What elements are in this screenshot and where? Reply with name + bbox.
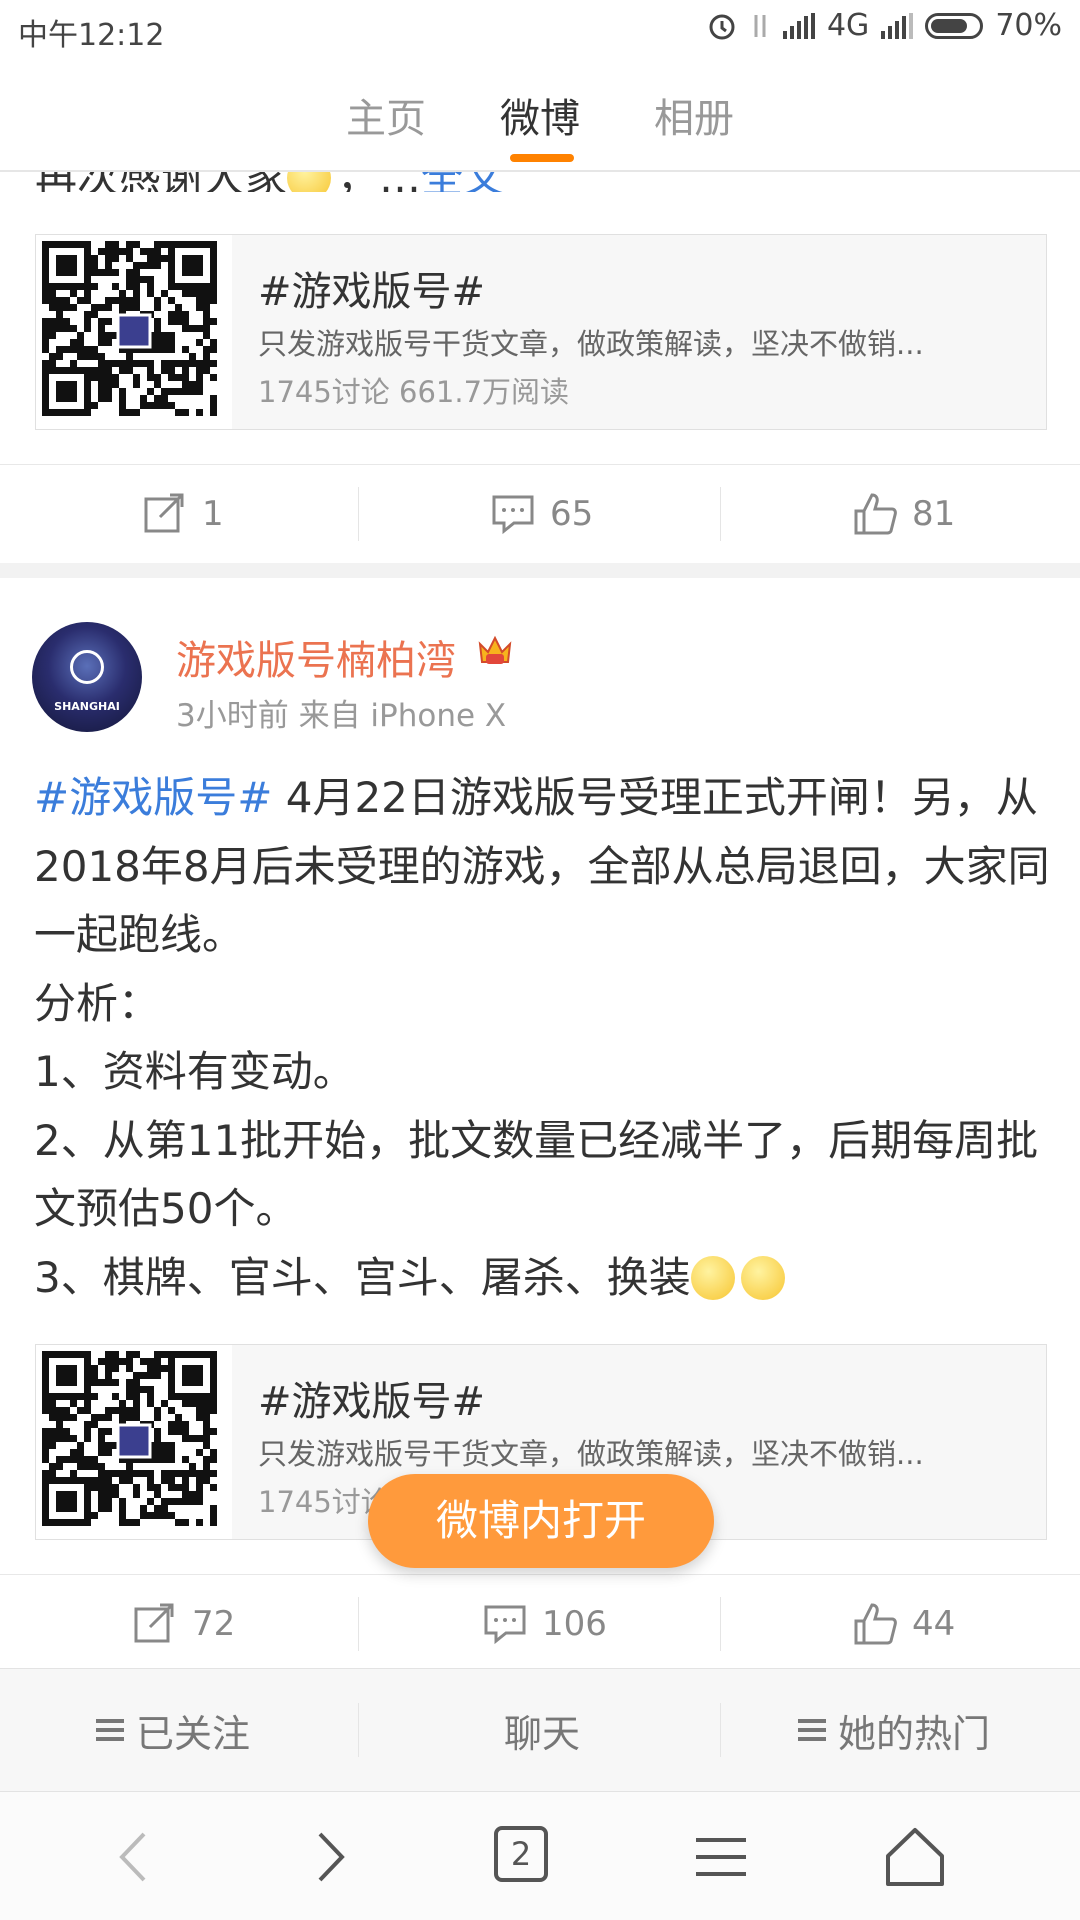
signal-icon	[782, 12, 815, 39]
data-transfer-icon	[754, 14, 766, 37]
thinking-emoji-icon	[740, 1255, 785, 1300]
topic-description: 只发游戏版号干货文章，做政策解读，坚决不做销...	[258, 1437, 924, 1471]
topic-title: #游戏版号#	[258, 1379, 486, 1425]
repost-icon	[144, 493, 184, 533]
network-type: 4G	[826, 8, 870, 43]
status-bar: 中午12:12 4G 70%	[0, 0, 1080, 56]
signal-icon-2	[881, 12, 914, 39]
repost-button[interactable]: 1	[142, 465, 224, 563]
tabs-count-button[interactable]: 2	[494, 1826, 548, 1882]
like-count: 81	[912, 494, 956, 534]
topic-title: #游戏版号#	[258, 269, 486, 315]
battery-icon	[925, 12, 984, 39]
alarm-icon	[709, 14, 735, 39]
comment-count: 65	[550, 494, 594, 534]
menu-icon	[798, 1714, 826, 1746]
tab-weibo-label[interactable]: 微博	[500, 86, 580, 144]
thumbs-up-icon	[854, 1603, 897, 1645]
menu-icon	[96, 1714, 124, 1746]
repost-button[interactable]: 72	[132, 1575, 235, 1673]
like-count: 44	[912, 1604, 956, 1644]
comment-button[interactable]: 65	[490, 465, 593, 563]
following-button[interactable]: 已关注	[96, 1669, 250, 1791]
comment-icon	[484, 1605, 526, 1645]
qr-code-image	[36, 1345, 232, 1539]
topic-meta: 1745讨论 661.7万阅读	[258, 375, 570, 409]
qr-code-image	[36, 235, 232, 429]
menu-icon[interactable]	[686, 1822, 756, 1892]
topic-description: 只发游戏版号干货文章，做政策解读，坚决不做销...	[258, 327, 924, 361]
comment-icon	[492, 495, 534, 535]
post-2-actions: 72 106 44	[0, 1574, 1080, 1673]
thinking-emoji-icon	[690, 1255, 735, 1300]
topic-card[interactable]: #游戏版号# 只发游戏版号干货文章，做政策解读，坚决不做销... 1745讨论 …	[35, 234, 1047, 430]
hot-posts-button[interactable]: 她的热门	[798, 1669, 990, 1791]
home-icon[interactable]	[880, 1822, 950, 1892]
thumbs-up-icon	[854, 493, 897, 535]
avatar[interactable]: SHANGHAI	[32, 622, 142, 732]
comment-button[interactable]: 106	[482, 1575, 607, 1673]
vip-crown-icon	[478, 635, 512, 664]
repost-count: 72	[192, 1604, 236, 1644]
battery-percent: 70%	[995, 8, 1062, 43]
post-body: #游戏版号# 4月22日游戏版号受理正式开闸！另，从2018年8月后未受理的游戏…	[34, 773, 1050, 1302]
forward-icon[interactable]	[294, 1822, 364, 1892]
chat-button[interactable]: 聊天	[504, 1669, 580, 1791]
hashtag-link[interactable]: #游戏版号#	[34, 773, 272, 822]
like-button[interactable]: 44	[852, 1575, 955, 1673]
post-1-actions: 1 65 81	[0, 464, 1080, 563]
repost-count: 1	[202, 494, 224, 534]
like-button[interactable]: 81	[852, 465, 955, 563]
status-time: 中午12:12	[18, 18, 165, 53]
open-in-app-button[interactable]: 微博内打开	[368, 1474, 714, 1568]
back-icon[interactable]	[100, 1822, 170, 1892]
repost-icon	[134, 1603, 174, 1643]
tab-album-label[interactable]: 相册	[654, 86, 734, 144]
profile-bottom-bar: 已关注 聊天 她的热门	[0, 1668, 1080, 1792]
browser-nav-bar: 2	[0, 1792, 1080, 1920]
post-username[interactable]: 游戏版号楠柏湾	[176, 628, 456, 686]
comment-count: 106	[542, 1604, 607, 1644]
post-meta: 3小时前 来自 iPhone X	[176, 698, 507, 734]
tab-home-label[interactable]: 主页	[346, 86, 426, 144]
